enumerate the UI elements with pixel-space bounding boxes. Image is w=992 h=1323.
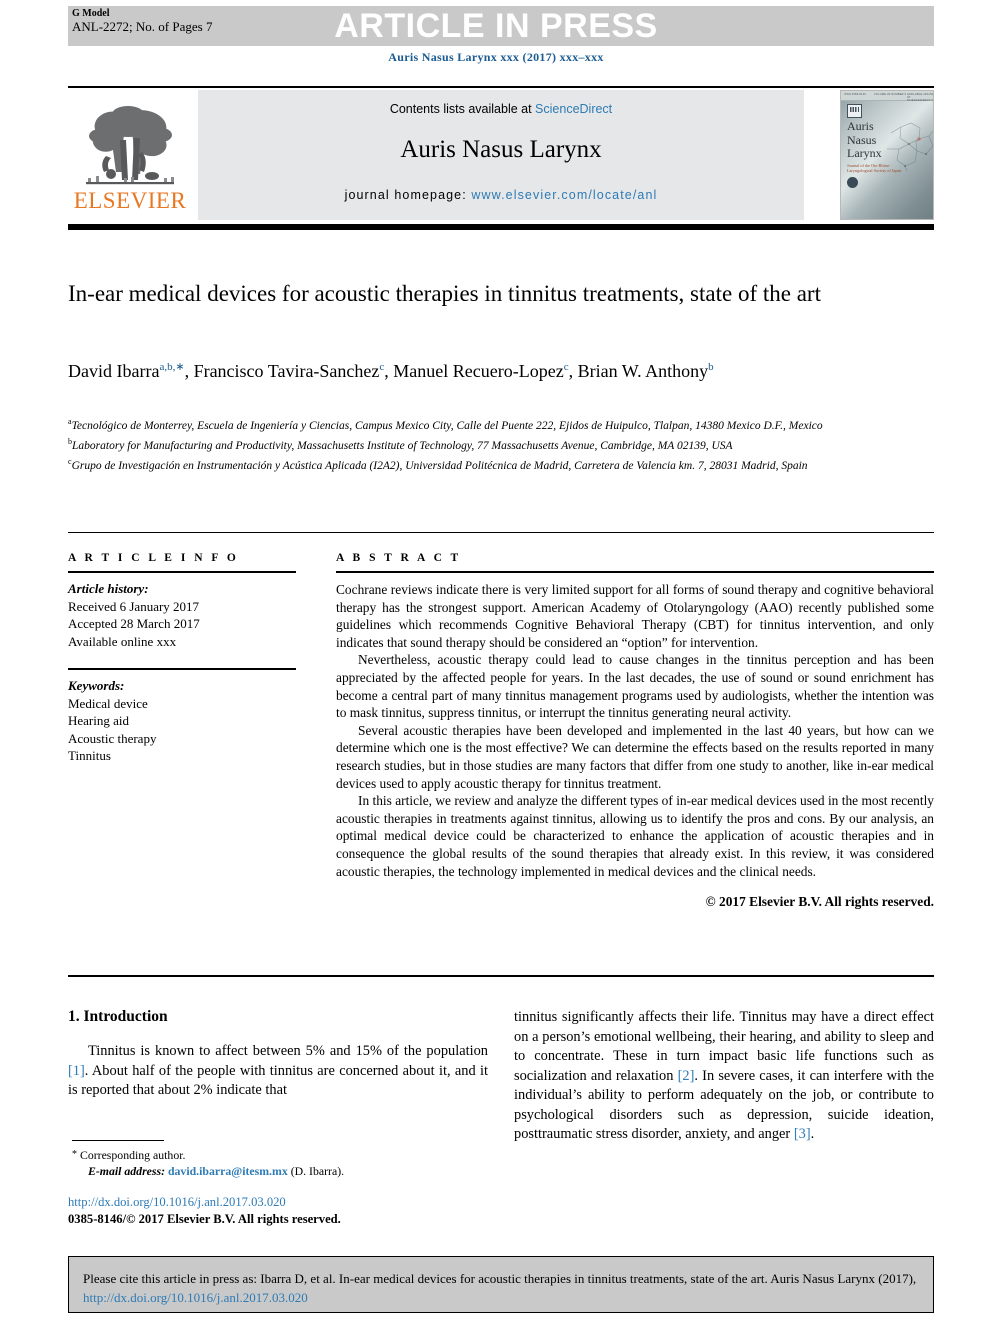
affiliation-marker: a	[68, 417, 72, 426]
abstract-paragraph: Nevertheless, acoustic therapy could lea…	[336, 652, 934, 721]
masthead-top-rule	[68, 86, 934, 88]
cover-topbar: ISSN 0385-8146 VOLUME 00 NUMBER 0 AVAILA…	[841, 91, 934, 102]
doi-url[interactable]: http://dx.doi.org/10.1016/j.anl.2017.03.…	[68, 1194, 528, 1211]
contents-prefix: Contents lists available at	[389, 102, 536, 116]
citation-prefix: Please cite this article in press as: Ib…	[83, 1271, 917, 1286]
introduction-heading: 1. Introduction	[68, 1008, 168, 1025]
journal-homepage-link[interactable]: www.elsevier.com/locate/anl	[471, 188, 657, 202]
citation-ref-1[interactable]: [1]	[68, 1063, 85, 1079]
abstract-copyright: © 2017 Elsevier B.V. All rights reserved…	[705, 894, 934, 910]
article-info-heading: A R T I C L E I N F O	[68, 552, 239, 564]
cover-society-seal-icon	[847, 177, 858, 188]
abstract-paragraph: Several acoustic therapies have been dev…	[336, 722, 934, 791]
article-info-rule	[68, 571, 296, 573]
affiliation-item: bLaboratory for Manufacturing and Produc…	[68, 437, 733, 452]
cover-publisher-logo	[847, 104, 862, 118]
article-history-item: Received 6 January 2017	[68, 598, 200, 614]
keyword-item: Tinnitus	[68, 748, 111, 763]
cover-journal-title: Auris Nasus Larynx	[847, 119, 882, 161]
intro-paragraph-right: tinnitus significantly affects their lif…	[514, 1008, 934, 1145]
intro-left-text-a: Tinnitus is known to affect between 5% a…	[88, 1043, 488, 1059]
corresponding-author-line: * Corresponding author.	[72, 1147, 492, 1163]
body-column-right: tinnitus significantly affects their lif…	[514, 1008, 934, 1145]
abstract-paragraph: In this article, we review and analyze t…	[336, 793, 934, 879]
author-name: Brian W. Anthony	[577, 361, 709, 381]
email-label: E-mail address:	[88, 1164, 166, 1178]
cover-title-line1: Auris	[847, 119, 874, 133]
masthead-bottom-rule	[68, 224, 934, 230]
keywords-label: Keywords:	[68, 678, 125, 693]
cover-volume: VOLUME 00 NUMBER 0	[874, 93, 907, 96]
keyword-lines: Medical device Hearing aid Acoustic therap…	[68, 695, 296, 765]
citation-ref-3[interactable]: [3]	[794, 1126, 811, 1142]
journal-reference-line[interactable]: Auris Nasus Larynx xxx (2017) xxx–xxx	[0, 50, 992, 65]
homepage-prefix: journal homepage:	[344, 188, 472, 202]
abstract-paragraphs: Cochrane reviews indicate there is very …	[336, 581, 934, 880]
abstract-rule	[336, 571, 934, 573]
journal-cover-thumbnail[interactable]: ISSN 0385-8146 VOLUME 00 NUMBER 0 AVAILA…	[840, 90, 934, 220]
affiliation-marker: c	[68, 457, 72, 467]
author-list: David Ibarraa,b,∗, Francisco Tavira-Sanc…	[68, 361, 714, 381]
keyword-item: Medical device	[68, 695, 148, 711]
intro-left-text-b: . About half of the people with tinnitus…	[68, 1062, 488, 1099]
affiliation-list: aTecnológico de Monterrey, Escuela de In…	[68, 414, 934, 474]
intro-paragraph-left: Tinnitus is known to affect between 5% a…	[68, 1042, 488, 1101]
email-line: E-mail address: david.ibarra@itesm.mx (D…	[72, 1163, 492, 1179]
affiliation-marker: b	[68, 437, 72, 447]
author-name: Manuel Recuero-Lopez	[393, 361, 564, 381]
cover-issn: ISSN 0385-8146	[844, 93, 866, 96]
intro-right-text-c: .	[810, 1126, 815, 1142]
author-name: David Ibarra	[68, 361, 160, 381]
sciencedirect-link[interactable]: ScienceDirect	[535, 102, 612, 116]
footnote-rule	[72, 1140, 164, 1141]
keywords-rule	[68, 668, 296, 670]
citation-ref-2[interactable]: [2]	[678, 1068, 695, 1084]
abstract-paragraph: Cochrane reviews indicate there is very …	[336, 582, 934, 650]
citation-doi-link[interactable]: http://dx.doi.org/10.1016/j.anl.2017.03.…	[83, 1290, 308, 1305]
author-affiliation-marker: a,b,∗	[159, 361, 185, 373]
article-info-column: A R T I C L E I N F O Article history: R…	[68, 552, 296, 765]
keyword-item: Hearing aid	[68, 713, 130, 728]
paper-page: G Model ANL-2272; No. of Pages 7 ARTICLE…	[0, 0, 992, 1323]
article-history-label: Article history:	[68, 581, 149, 596]
author-affiliation-marker: b	[708, 361, 714, 373]
elsevier-tree-icon	[86, 106, 174, 185]
doi-block: http://dx.doi.org/10.1016/j.anl.2017.03.…	[68, 1194, 528, 1228]
cover-subtitle: Journal of the Oto-Rhino-Laryngological …	[847, 163, 902, 173]
keyword-item: Acoustic therapy	[68, 730, 157, 746]
abstract-top-rule	[68, 532, 934, 533]
issn-copyright-line: 0385-8146/© 2017 Elsevier B.V. All right…	[68, 1212, 341, 1226]
citation-box: Please cite this article in press as: Ib…	[68, 1256, 934, 1313]
email-owner: (D. Ibarra).	[290, 1164, 345, 1178]
page-title: In-ear medical devices for acoustic ther…	[68, 281, 821, 306]
article-history-item: Available online xxx	[68, 633, 177, 649]
journal-masthead: ELSEVIER Contents lists available at Sci…	[68, 90, 934, 220]
author-affiliation-marker: c	[379, 361, 385, 373]
author-email-link[interactable]: david.ibarra@itesm.mx	[168, 1164, 288, 1178]
masthead-panel: Contents lists available at ScienceDirec…	[198, 90, 804, 220]
article-in-press-stamp: ARTICLE IN PRESS	[334, 7, 658, 45]
affiliation-item: cGrupo de Investigación en Instrumentaci…	[68, 457, 808, 472]
affiliation-item: aTecnológico de Monterrey, Escuela de In…	[68, 417, 823, 432]
elsevier-logo: ELSEVIER	[68, 90, 192, 220]
body-column-left: 1. Introduction Tinnitus is known to aff…	[68, 1008, 488, 1101]
journal-homepage-line: journal homepage: www.elsevier.com/locat…	[198, 188, 804, 202]
article-history-lines: Received 6 January 2017 Accepted 28 March…	[68, 598, 296, 651]
corresponding-author-text: Corresponding author.	[77, 1148, 186, 1162]
abstract-column: A B S T R A C T Cochrane reviews indicat…	[336, 552, 934, 910]
cover-title-line2: Nasus	[847, 132, 877, 147]
article-history-item: Accepted 28 March 2017	[68, 616, 200, 631]
author-name: Francisco Tavira-Sanchez	[193, 361, 380, 381]
corresponding-author-footnote: * Corresponding author. E-mail address: …	[72, 1147, 492, 1179]
citation-text: Please cite this article in press as: Ib…	[83, 1269, 919, 1307]
contents-line: Contents lists available at ScienceDirec…	[198, 102, 804, 116]
elsevier-wordmark: ELSEVIER	[73, 188, 187, 213]
abstract-bottom-rule	[68, 975, 934, 977]
journal-title: Auris Nasus Larynx	[400, 136, 602, 163]
cover-title-line3: Larynx	[847, 146, 882, 160]
author-affiliation-marker: c	[563, 361, 569, 373]
cover-availability: AVAILABLE ONLINE AT SCIENCEDIRECT.COM	[907, 93, 934, 102]
abstract-heading: A B S T R A C T	[336, 552, 462, 564]
